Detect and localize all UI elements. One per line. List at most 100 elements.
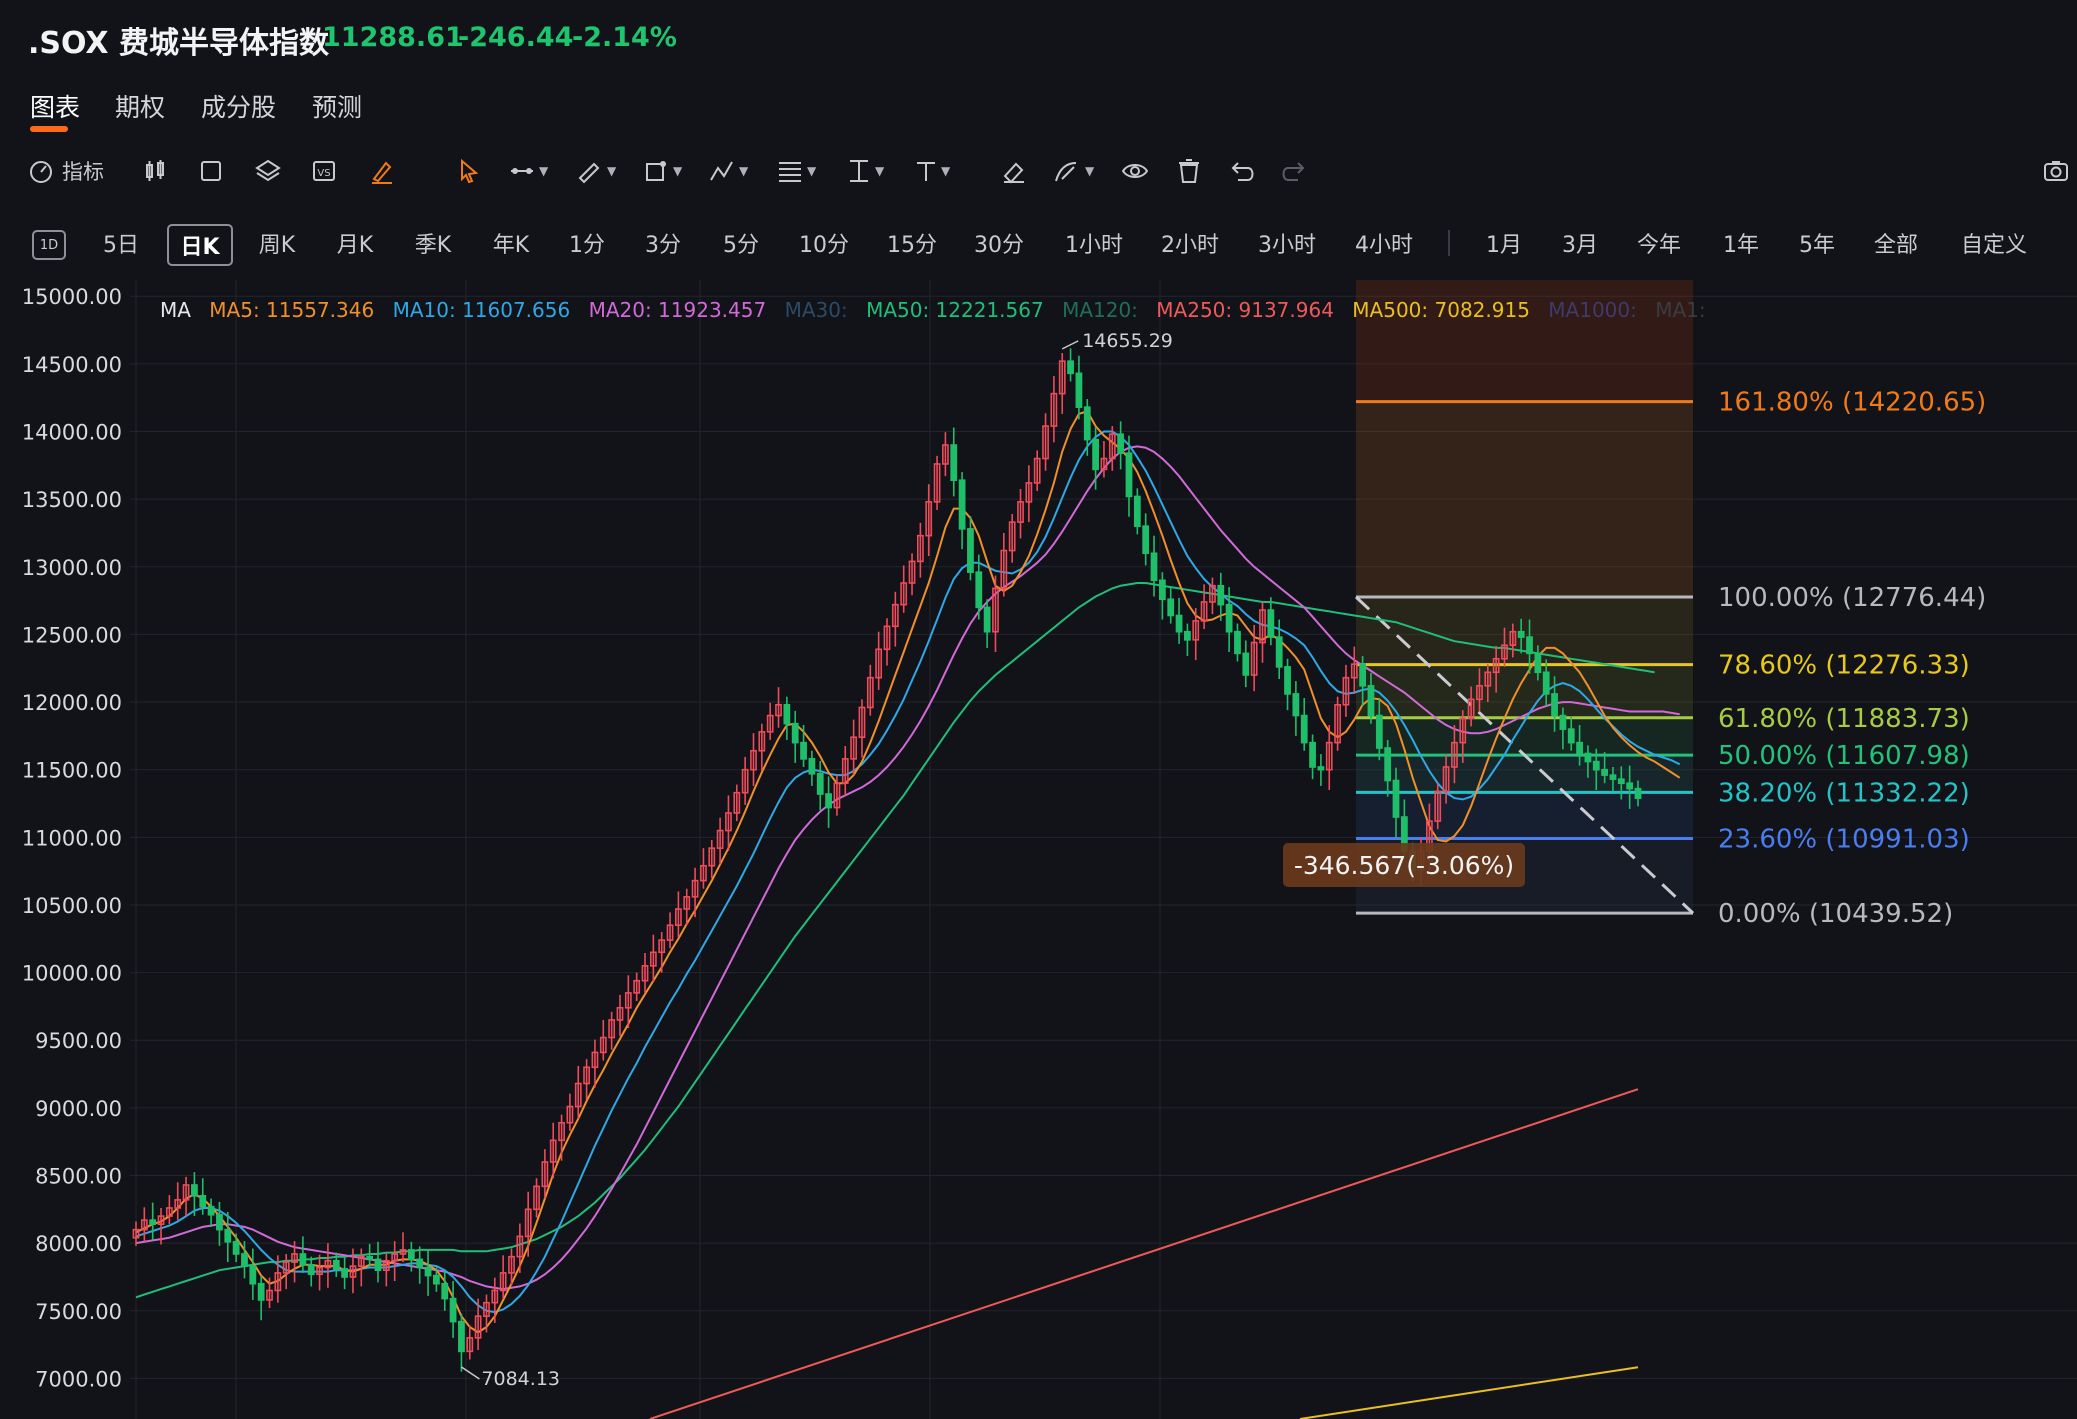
y-axis-tick-label: 7000.00: [35, 1367, 122, 1391]
ma250-legend: MA250: 9137.964: [1156, 298, 1334, 322]
candle-down: [975, 571, 983, 609]
candle-down: [199, 1194, 207, 1208]
y-axis-tick-label: 13000.00: [22, 556, 122, 580]
y-axis-tick-label: 11500.00: [22, 759, 122, 783]
high-price-label: 14655.29: [1082, 330, 1173, 352]
candle-down: [416, 1258, 424, 1269]
candle-down: [1150, 552, 1158, 582]
candle-down: [1309, 741, 1316, 768]
candle-down: [257, 1282, 265, 1301]
candle-down: [249, 1265, 257, 1285]
candle-down: [1075, 372, 1083, 408]
ma500-legend: MA500: 7082.915: [1352, 298, 1530, 322]
fib-band: [1356, 755, 1693, 793]
candle-down: [433, 1274, 440, 1285]
candle-down: [407, 1249, 415, 1261]
fib-level-label: 38.20% (11332.22): [1718, 778, 1970, 808]
measure-badge-label: -346.567(-3.06%): [1294, 851, 1514, 880]
candle-down: [1384, 747, 1392, 782]
candle-down: [983, 606, 991, 633]
candle-down: [825, 793, 832, 809]
ma-label: MA: [160, 298, 191, 322]
candle-down: [1517, 630, 1525, 638]
candle-down: [967, 528, 974, 573]
candle-down: [449, 1297, 457, 1323]
ma120-legend: MA120:: [1062, 298, 1138, 322]
candle-down: [1217, 584, 1225, 606]
candle-down: [1626, 782, 1634, 790]
candle-down: [1601, 768, 1609, 776]
y-axis-tick-label: 13500.00: [22, 488, 122, 512]
fib-band: [1356, 664, 1693, 718]
candle-down: [800, 741, 807, 760]
candle-down: [458, 1320, 465, 1353]
y-axis-tick-label: 11000.00: [22, 826, 122, 850]
candle-down: [374, 1258, 382, 1271]
y-axis-tick-label: 15000.00: [22, 285, 122, 309]
candle-down: [191, 1184, 198, 1197]
candle-down: [207, 1205, 215, 1216]
candle-down: [1175, 614, 1183, 633]
y-axis-tick-label: 9000.00: [35, 1097, 122, 1121]
fib-level-label: 50.00% (11607.98): [1718, 741, 1970, 771]
fib-level-label: 161.80% (14220.65): [1718, 388, 1986, 418]
candle-down: [1317, 766, 1325, 771]
candle-down: [299, 1253, 307, 1266]
candle-down: [1559, 714, 1567, 730]
candle-down: [1375, 714, 1383, 749]
candle-down: [307, 1263, 315, 1276]
ma500-line: [1299, 1366, 1639, 1419]
candle-down: [1158, 579, 1166, 601]
candle-down: [950, 444, 958, 482]
fib-band: [1356, 401, 1693, 598]
candle-down: [1359, 663, 1367, 687]
candle-down: [1609, 774, 1617, 780]
fib-band: [1356, 597, 1693, 665]
candle-down: [341, 1268, 348, 1278]
ma250-line: [649, 1088, 1639, 1419]
candle-down: [1142, 525, 1150, 555]
y-axis-tick-label: 8500.00: [35, 1165, 122, 1189]
candle-down: [1634, 787, 1642, 800]
candle-down: [1242, 652, 1250, 676]
candle-down: [816, 772, 824, 795]
candle-down: [1526, 636, 1533, 655]
candle-down: [1551, 693, 1558, 717]
candle-down: [1392, 779, 1400, 818]
candle-down: [1083, 406, 1091, 441]
low-marker-line: [461, 1366, 480, 1380]
y-axis-tick-label: 14000.00: [22, 421, 122, 445]
price-chart[interactable]: 161.80% (14220.65) 100.00% (12776.44) 78.6…: [0, 0, 2077, 1419]
candle-down: [958, 479, 966, 530]
y-axis-tick-label: 10500.00: [22, 894, 122, 918]
candle-down: [1567, 728, 1575, 744]
ma5-legend: MA5: 11557.346: [209, 298, 375, 322]
y-axis-tick-label: 9500.00: [35, 1029, 122, 1053]
candle-down: [1367, 685, 1375, 717]
fib-level-label: 78.60% (12276.33): [1718, 651, 1970, 681]
candle-down: [1067, 360, 1074, 375]
candle-down: [1284, 666, 1291, 695]
fib-level-label: 100.00% (12776.44): [1718, 583, 1986, 613]
fib-level-label: 23.60% (10991.03): [1718, 825, 1970, 855]
ma-legend: MA MA5: 11557.346 MA10: 11607.656 MA20: …: [160, 298, 1718, 326]
fib-level-label: 0.00% (10439.52): [1718, 899, 1953, 929]
candle-down: [1542, 671, 1550, 695]
candle-down: [783, 703, 791, 725]
y-axis-tick-label: 8000.00: [35, 1232, 122, 1256]
high-marker-line: [1061, 340, 1079, 350]
candle-down: [1275, 636, 1283, 668]
y-axis-tick-label: 12500.00: [22, 623, 122, 647]
candle-down: [808, 758, 816, 775]
candle-down: [424, 1266, 432, 1277]
candle-down: [1092, 438, 1099, 471]
low-price-label: 7084.13: [481, 1368, 560, 1390]
ma20-legend: MA20: 11923.457: [588, 298, 767, 322]
candle-down: [332, 1259, 340, 1270]
ma1-legend: MA1:: [1655, 298, 1706, 322]
y-axis-tick-label: 12000.00: [22, 691, 122, 715]
candle-down: [1584, 752, 1592, 763]
candle-down: [1234, 630, 1241, 655]
candle-down: [149, 1219, 157, 1226]
candle-down: [366, 1255, 374, 1261]
